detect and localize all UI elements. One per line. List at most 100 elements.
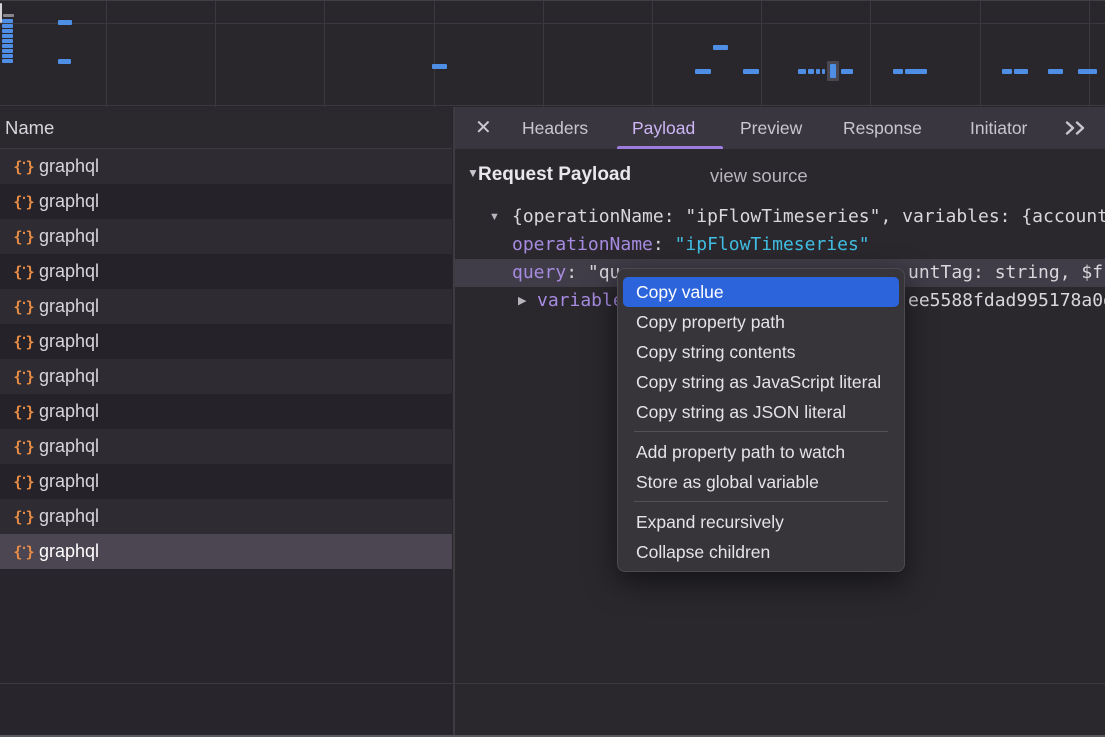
- request-timing-bar: [2, 44, 13, 48]
- request-name-label: graphql: [39, 401, 99, 422]
- request-row[interactable]: {·}graphql: [0, 359, 452, 394]
- context-menu: Copy valueCopy property pathCopy string …: [617, 268, 905, 572]
- request-timing-bar: [808, 69, 814, 74]
- property-key: operationName: [512, 234, 653, 255]
- property-value-right: untTag: string, $f: [908, 262, 1103, 283]
- json-braces-icon: {·}: [13, 298, 33, 316]
- timeline-gridline: [980, 1, 981, 107]
- request-row[interactable]: {·} graphql: [0, 184, 452, 219]
- request-row[interactable]: {·} graphql: [0, 464, 452, 499]
- json-braces-icon: {·}: [13, 473, 33, 491]
- request-name-label: graphql: [39, 191, 99, 212]
- timeline-gridline: [652, 1, 653, 107]
- request-timing-bar: [798, 69, 806, 74]
- request-timing-bar: [432, 64, 447, 69]
- request-row[interactable]: {·} graphql: [0, 394, 452, 429]
- tab-initiator[interactable]: Initiator: [970, 107, 1027, 149]
- request-row[interactable]: {·} graphql: [0, 289, 452, 324]
- timeline-gridline: [1089, 1, 1090, 107]
- devtools-network-panel: Name {·}graphql{·}graphql{·}graphql{·}gr…: [0, 0, 1105, 737]
- tab-payload[interactable]: Payload: [632, 107, 695, 149]
- request-timing-bar: [695, 69, 711, 74]
- more-tabs-icon[interactable]: [1063, 120, 1089, 136]
- window-bottom-edge: [0, 735, 1105, 737]
- request-row[interactable]: {·} graphql: [0, 429, 452, 464]
- timeline-gridline: [761, 1, 762, 107]
- timeline-axis-line: [0, 23, 1105, 24]
- request-name-label: graphql: [39, 226, 99, 247]
- view-source-link[interactable]: view source: [710, 165, 808, 187]
- request-row[interactable]: {·}graphql: [0, 499, 452, 534]
- request-timing-bar: [743, 69, 759, 74]
- request-name-label: graphql: [39, 541, 99, 562]
- menu-item-expand-recursively[interactable]: Expand recursively: [623, 507, 899, 537]
- timeline-gridline: [215, 1, 216, 107]
- tab-response[interactable]: Response: [843, 107, 922, 149]
- menu-item-collapse-children[interactable]: Collapse children: [623, 537, 899, 567]
- json-braces-icon: {·}: [13, 333, 33, 351]
- menu-item-copy-string-as-javascript-literal[interactable]: Copy string as JavaScript literal: [623, 367, 899, 397]
- timeline-gridline: [434, 1, 435, 107]
- menu-item-copy-property-path[interactable]: Copy property path: [623, 307, 899, 337]
- request-timing-bar: [830, 64, 836, 78]
- request-timing-bar: [58, 20, 72, 25]
- json-braces-icon: {·}: [13, 438, 33, 456]
- request-timing-bar: [1014, 69, 1028, 74]
- request-name-label: graphql: [39, 366, 99, 387]
- request-timing-bar: [2, 29, 13, 33]
- collapse-triangle-icon[interactable]: ▼: [489, 203, 500, 231]
- request-row[interactable]: {·} graphql: [0, 534, 452, 569]
- request-name-label: graphql: [39, 436, 99, 457]
- timeline-gridline: [870, 1, 871, 107]
- request-name-label: graphql: [39, 471, 99, 492]
- request-row[interactable]: {·}graphql: [0, 149, 452, 184]
- request-timing-bar: [1002, 69, 1012, 74]
- json-braces-icon: {·}: [13, 193, 33, 211]
- section-title: Request Payload: [478, 164, 631, 186]
- close-icon[interactable]: ✕: [475, 107, 492, 149]
- request-timing-bar: [2, 19, 13, 23]
- request-name-label: graphql: [39, 261, 99, 282]
- request-timing-bar: [1048, 69, 1063, 74]
- details-tab-bar: ✕ Headers Payload Preview Response Initiator: [455, 107, 1105, 149]
- menu-item-store-as-global-variable[interactable]: Store as global variable: [623, 467, 899, 497]
- request-row[interactable]: {·} graphql: [0, 219, 452, 254]
- timeline-gridline: [543, 1, 544, 107]
- payload-preview-row[interactable]: ▼ {operationName: "ipFlowTimeseries", va…: [455, 203, 1105, 231]
- property-value-right: ee5588fdad995178a0d: [908, 290, 1105, 311]
- tab-headers[interactable]: Headers: [522, 107, 588, 149]
- payload-row-operationname[interactable]: operationName: "ipFlowTimeseries": [455, 231, 1105, 259]
- request-timing-bar: [841, 69, 853, 74]
- json-braces-icon: {·}: [13, 543, 33, 561]
- name-column-header[interactable]: Name: [0, 107, 452, 149]
- request-timing-bar: [2, 54, 13, 58]
- expand-triangle-icon[interactable]: ▶: [518, 287, 526, 315]
- menu-item-add-property-path-to-watch[interactable]: Add property path to watch: [623, 437, 899, 467]
- json-braces-icon: {·}: [13, 508, 33, 526]
- request-name-label: graphql: [39, 296, 99, 317]
- request-timing-bar: [893, 69, 903, 74]
- request-timing-bar: [2, 49, 13, 53]
- request-list: {·} graphql {·} graphql {·} graphql {·} graphql…: [0, 149, 452, 569]
- request-timing-bar: [2, 24, 13, 28]
- request-row[interactable]: {·} graphql: [0, 254, 452, 289]
- menu-item-copy-value[interactable]: Copy value: [623, 277, 899, 307]
- request-timing-bar: [2, 34, 13, 38]
- request-timing-bar: [816, 69, 820, 74]
- menu-item-copy-string-as-json-literal[interactable]: Copy string as JSON literal: [623, 397, 899, 427]
- property-value: "ipFlowTimeseries": [675, 234, 870, 255]
- json-braces-icon: {·}: [13, 403, 33, 421]
- menu-item-copy-string-contents[interactable]: Copy string contents: [623, 337, 899, 367]
- json-braces-icon: {·}: [13, 263, 33, 281]
- property-value-left: : "qu: [566, 262, 620, 283]
- summary-bar-divider: [0, 683, 1105, 684]
- request-row[interactable]: {·}graphql: [0, 324, 452, 359]
- timeline-gridline: [106, 1, 107, 107]
- request-payload-section-header: ▼ Request Payload view source: [455, 164, 1105, 194]
- tab-preview[interactable]: Preview: [740, 107, 802, 149]
- timeline-gridline: [324, 1, 325, 107]
- request-timing-bar: [822, 69, 825, 74]
- json-braces-icon: {·}: [13, 228, 33, 246]
- property-key: query: [512, 262, 566, 283]
- network-overview-timeline[interactable]: [0, 0, 1105, 106]
